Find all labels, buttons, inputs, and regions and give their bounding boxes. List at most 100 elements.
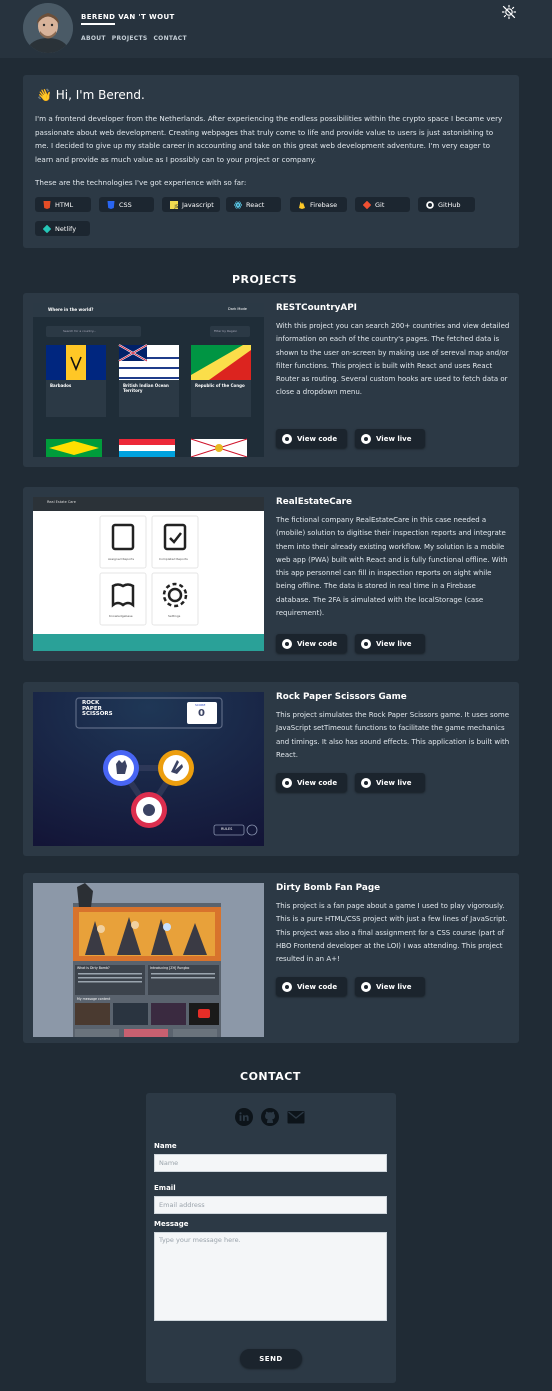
- button-label: View code: [297, 778, 338, 787]
- nav-contact[interactable]: CONTACT: [153, 35, 186, 42]
- shot-tile: Completed Reports: [159, 557, 188, 561]
- intro-bio: I'm a frontend developer from the Nether…: [35, 114, 503, 164]
- intro-title: 👋 Hi, I'm Berend.: [37, 88, 145, 102]
- shot-tile: Assigned Reports: [108, 557, 135, 561]
- tech-chip-label: CSS: [119, 200, 132, 209]
- github-icon: [282, 638, 292, 649]
- tech-chip-label: HTML: [55, 200, 74, 209]
- react-icon: [234, 201, 242, 209]
- project-card-realestatecare: Real Estate Care Assigned Reports Comple…: [23, 487, 519, 661]
- project-screenshot[interactable]: What is Dirty Bomb? Introducing [ZH] Run…: [33, 883, 264, 1037]
- linkedin-icon[interactable]: [235, 1108, 253, 1126]
- project-description: This project is a fan page about a game …: [276, 902, 508, 964]
- github-icon: [282, 433, 292, 444]
- send-button[interactable]: SEND: [240, 1349, 302, 1368]
- shot-section: My message content: [77, 997, 111, 1001]
- project-description: The fictional company RealEstateCare in …: [276, 516, 508, 618]
- shot-rules: RULES: [221, 827, 233, 831]
- project-screenshot[interactable]: ROCK PAPER SCISSORS SCORE 0 RULES: [33, 692, 264, 846]
- css3-icon: [107, 200, 115, 209]
- external-link-icon: [361, 638, 371, 649]
- external-link-icon: [361, 777, 371, 788]
- nav-about[interactable]: ABOUT: [81, 35, 106, 42]
- button-label: View code: [297, 434, 338, 443]
- shot-tile: Knowledgebase: [109, 614, 133, 618]
- github-icon: [282, 981, 292, 992]
- view-code-button[interactable]: View code: [276, 429, 347, 448]
- shot-logo: ROCK PAPER SCISSORS: [82, 700, 113, 718]
- tech-chip-html: HTML: [35, 197, 91, 212]
- name-underline: [81, 23, 115, 25]
- email-input[interactable]: [154, 1196, 387, 1214]
- button-label: View live: [376, 639, 412, 648]
- shot-heading: Where in the world?: [48, 307, 94, 312]
- tech-chip-label: React: [246, 200, 265, 209]
- avatar: [23, 3, 73, 53]
- shot-search: Search for a country...: [63, 329, 97, 333]
- shot-tile: Settings: [168, 614, 181, 618]
- tech-chip-label: Netlify: [55, 224, 77, 233]
- shot-score: 0: [198, 708, 205, 719]
- view-code-button[interactable]: View code: [276, 773, 347, 792]
- svg-text:JS: JS: [174, 204, 179, 209]
- netlify-icon: [42, 224, 52, 233]
- tech-chip-label: Firebase: [310, 200, 338, 209]
- name-label: Name: [154, 1142, 177, 1150]
- project-title: Dirty Bomb Fan Page: [276, 883, 381, 893]
- project-card-rock-paper-scissors: ROCK PAPER SCISSORS SCORE 0 RULES Rock P…: [23, 682, 519, 856]
- mail-icon[interactable]: [287, 1108, 305, 1126]
- shot-logo-line: SCISSORS: [82, 711, 113, 717]
- project-title: RealEstateCare: [276, 497, 352, 507]
- about-card: 👋 Hi, I'm Berend. I'm a frontend develop…: [23, 75, 519, 248]
- tech-chip-javascript: JS Javascript: [162, 197, 220, 212]
- view-code-button[interactable]: View code: [276, 634, 347, 653]
- project-description: With this project you can search 200+ co…: [276, 322, 510, 397]
- contact-heading: CONTACT: [240, 1070, 301, 1083]
- external-link-icon: [361, 981, 371, 992]
- github-icon: [426, 200, 434, 209]
- view-live-button[interactable]: View live: [355, 429, 425, 448]
- message-textarea[interactable]: [154, 1232, 387, 1321]
- shot-country: British Indian Ocean Territory: [123, 383, 169, 393]
- tech-chip-firebase: Firebase: [290, 197, 347, 212]
- github-icon[interactable]: [261, 1108, 279, 1126]
- shot-score-label: SCORE: [195, 703, 206, 707]
- tech-chip-react: React: [226, 197, 281, 212]
- button-label: View live: [376, 434, 412, 443]
- project-screenshot[interactable]: Real Estate Care Assigned Reports Comple…: [33, 497, 264, 651]
- shot-country: Republic of the Congo: [195, 383, 245, 388]
- view-live-button[interactable]: View live: [355, 977, 425, 996]
- view-live-button[interactable]: View live: [355, 773, 425, 792]
- social-links: [235, 1108, 305, 1126]
- tech-chip-css: CSS: [99, 197, 154, 212]
- projects-heading: PROJECTS: [232, 273, 297, 286]
- email-label: Email: [154, 1184, 176, 1192]
- shot-col2: Introducing [ZH] Rungbo: [150, 966, 190, 970]
- shot-mode: Dark Mode: [228, 307, 247, 311]
- view-live-button[interactable]: View live: [355, 634, 425, 653]
- site-header: BEREND VAN 'T WOUT ABOUT PROJECTS CONTAC…: [0, 0, 552, 58]
- html5-icon: [43, 200, 51, 209]
- name-input[interactable]: [154, 1154, 387, 1172]
- tech-chip-label: Git: [375, 200, 385, 209]
- project-title: RESTCountryAPI: [276, 303, 357, 313]
- theme-toggle-icon[interactable]: [501, 4, 517, 20]
- tech-intro: These are the technologies I've got expe…: [35, 178, 247, 187]
- tech-chip-label: GitHub: [438, 200, 461, 209]
- firebase-icon: [298, 201, 306, 209]
- shot-country: Barbados: [50, 383, 72, 388]
- shot-col1: What is Dirty Bomb?: [77, 966, 110, 970]
- button-label: View live: [376, 982, 412, 991]
- project-title: Rock Paper Scissors Game: [276, 692, 407, 702]
- project-screenshot[interactable]: Where in the world? Dark Mode Search for…: [33, 303, 264, 457]
- external-link-icon: [361, 433, 371, 444]
- nav-projects[interactable]: PROJECTS: [112, 35, 148, 42]
- button-label: View live: [376, 778, 412, 787]
- github-icon: [282, 777, 292, 788]
- message-label: Message: [154, 1220, 189, 1228]
- view-code-button[interactable]: View code: [276, 977, 347, 996]
- git-icon: [362, 200, 372, 209]
- tech-chip-netlify: Netlify: [35, 221, 90, 236]
- site-name: BEREND VAN 'T WOUT: [81, 13, 175, 21]
- button-label: View code: [297, 982, 338, 991]
